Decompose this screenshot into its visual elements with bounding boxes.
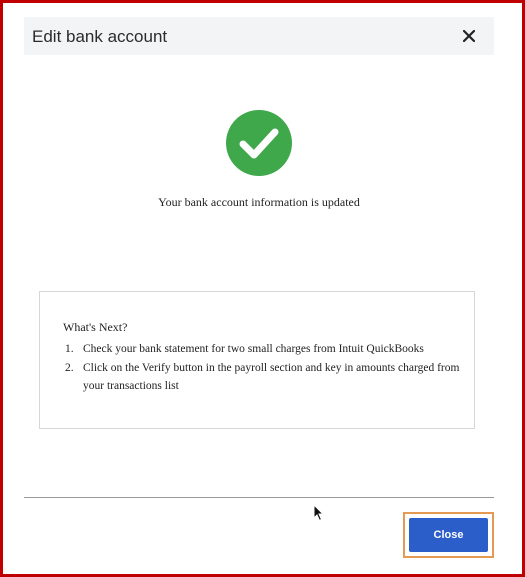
- success-message: Your bank account information is updated: [158, 195, 360, 209]
- step-number: 1.: [65, 343, 74, 355]
- close-button[interactable]: Close: [409, 518, 488, 552]
- mouse-cursor-icon: [313, 503, 325, 522]
- screenshot-frame: Edit bank account Your bank account info…: [0, 0, 525, 577]
- close-button-highlight: Close: [403, 512, 494, 558]
- close-icon[interactable]: [458, 25, 480, 47]
- footer-divider: [24, 497, 494, 498]
- dialog-title: Edit bank account: [32, 27, 168, 46]
- checkmark-circle-icon: [226, 110, 292, 176]
- step-number: 2.: [65, 362, 74, 374]
- dialog-header: Edit bank account: [24, 17, 494, 55]
- edit-bank-account-dialog: Edit bank account Your bank account info…: [24, 17, 494, 564]
- step-text: Click on the Verify button in the payrol…: [83, 362, 460, 392]
- step-text: Check your bank statement for two small …: [83, 343, 424, 355]
- whats-next-panel: What's Next? 1. Check your bank statemen…: [39, 291, 475, 429]
- whats-next-heading: What's Next?: [63, 320, 128, 334]
